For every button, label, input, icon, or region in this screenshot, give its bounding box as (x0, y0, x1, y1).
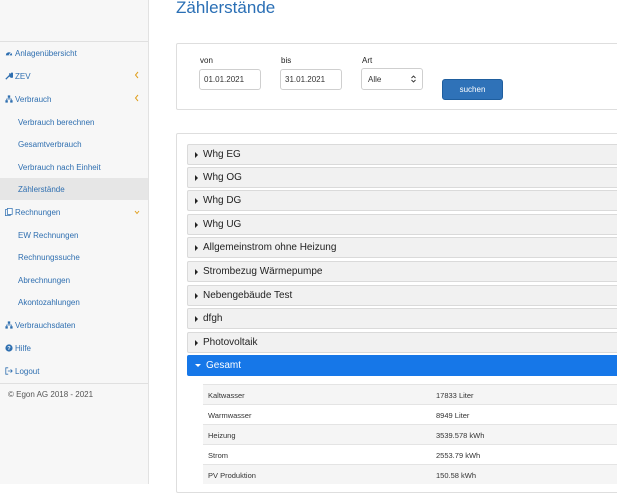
sidebar-item-rechnungssuche[interactable]: Rechnungssuche (0, 246, 148, 268)
sidebar-item-label: Anlagenübersicht (15, 48, 77, 58)
accordion-header-whg-og[interactable]: Whg OG (187, 167, 617, 188)
sidebar-item-gesamtverbrauch[interactable]: Gesamtverbrauch (0, 133, 148, 155)
search-button[interactable]: suchen (442, 79, 503, 100)
copy-icon (4, 208, 13, 217)
sidebar-item-hilfe[interactable]: ? Hilfe (0, 337, 148, 359)
wrench-icon (4, 72, 13, 81)
caret-right-icon (195, 151, 198, 158)
accordion-header-label: Whg EG (203, 149, 241, 160)
accordion-header-gesamt[interactable]: Gesamt (187, 355, 617, 376)
caret-down-icon (195, 364, 201, 367)
sidebar-divider (0, 383, 148, 384)
sidebar-item-verbrauch[interactable]: Verbrauch (0, 88, 148, 110)
accordion-header-label: dfgh (203, 313, 223, 324)
sidebar-item-label: Rechnungssuche (18, 252, 80, 262)
meter-value: 17833 Liter (436, 391, 474, 400)
table-row: Warmwasser 8949 Liter (203, 404, 617, 424)
sidebar-item-verbrauch-nach-einheit[interactable]: Verbrauch nach Einheit (0, 156, 148, 178)
sidebar-item-label: Verbrauch (15, 94, 52, 104)
meter-value: 2553.79 kWh (436, 451, 481, 460)
accordion-header-label: Photovoltaik (203, 337, 258, 348)
accordion-header-label: Allgemeinstrom ohne Heizung (203, 242, 337, 253)
meter-name: Warmwasser (208, 411, 252, 420)
accordion-header-whg-dg[interactable]: Whg DG (187, 190, 617, 211)
sidebar-item-label: Rechnungen (15, 207, 61, 217)
meter-value: 3539.578 kWh (436, 431, 485, 440)
sidebar-item-logout[interactable]: Logout (0, 360, 148, 382)
from-label: von (200, 56, 213, 65)
caret-right-icon (195, 197, 198, 204)
type-select[interactable]: Alle (361, 68, 423, 90)
sidebar-item-zev[interactable]: ZEV (0, 65, 148, 87)
meter-name: Heizung (208, 431, 236, 440)
accordion-header-label: Strombezug Wärmepumpe (203, 266, 323, 277)
meter-value: 150.58 kWh (436, 471, 477, 480)
sidebar-item-label: ZEV (15, 71, 31, 81)
to-date-input[interactable]: 31.01.2021 (280, 69, 342, 90)
sidebar-item-abrechnungen[interactable]: Abrechnungen (0, 269, 148, 291)
sidebar-item-label: Zählerstände (18, 184, 65, 194)
chevron-updown-icon (410, 75, 417, 83)
accordion-header-label: Whg OG (203, 172, 242, 183)
from-date-input[interactable]: 01.01.2021 (199, 69, 261, 90)
caret-right-icon (195, 244, 198, 251)
accordion-header-whg-eg[interactable]: Whg EG (187, 144, 617, 165)
chevron-left-icon (134, 94, 140, 102)
sitemap-icon (4, 321, 13, 330)
caret-right-icon (195, 339, 198, 346)
table-row: Heizung 3539.578 kWh (203, 424, 617, 444)
copyright-footer: © Egon AG 2018 - 2021 (8, 390, 94, 399)
sidebar-item-verbrauch-berechnen[interactable]: Verbrauch berechnen (0, 111, 148, 133)
sitemap-icon (4, 95, 13, 104)
meter-name: Kaltwasser (208, 391, 245, 400)
caret-right-icon (195, 221, 198, 228)
sidebar-item-label: Hilfe (15, 343, 32, 353)
chevron-left-icon (134, 71, 140, 79)
svg-text:?: ? (7, 346, 11, 352)
sidebar-item-rechnungen[interactable]: Rechnungen (0, 201, 148, 223)
accordion-header-label: Nebengebäude Test (203, 290, 293, 301)
sidebar-item-label: Verbrauch berechnen (18, 117, 95, 127)
sidebar: Anlagenübersicht ZEV Verbrauch Verbrauch… (0, 0, 149, 484)
accordion-header-whg-ug[interactable]: Whg UG (187, 214, 617, 235)
accordion-header-label: Whg DG (203, 195, 242, 206)
sidebar-item-label: Verbrauchsdaten (15, 320, 76, 330)
sidebar-item-zaehlerstaende[interactable]: Zählerstände (0, 178, 148, 200)
sidebar-item-label: EW Rechnungen (18, 230, 79, 240)
type-select-value: Alle (368, 74, 382, 84)
accordion-header-strombezug-waermepumpe[interactable]: Strombezug Wärmepumpe (187, 261, 617, 282)
sidebar-item-label: Gesamtverbrauch (18, 139, 82, 149)
sidebar-item-label: Abrechnungen (18, 275, 71, 285)
sidebar-item-verbrauchsdaten[interactable]: Verbrauchsdaten (0, 314, 148, 336)
to-label: bis (281, 56, 292, 65)
meter-name: PV Produktion (208, 471, 256, 480)
sidebar-item-label: Verbrauch nach Einheit (18, 162, 101, 172)
sidebar-item-ew-rechnungen[interactable]: EW Rechnungen (0, 224, 148, 246)
caret-right-icon (195, 174, 198, 181)
accordion-header-label: Whg UG (203, 219, 242, 230)
accordion-header-label: Gesamt (206, 360, 242, 371)
accordion-header-nebengebaeude-test[interactable]: Nebengebäude Test (187, 285, 617, 306)
sidebar-item-label: Akontozahlungen (18, 297, 80, 307)
type-label: Art (362, 56, 373, 65)
table-row: Strom 2553.79 kWh (203, 444, 617, 464)
meter-value: 8949 Liter (436, 411, 470, 420)
dashboard-icon (4, 49, 13, 58)
sidebar-item-label: Logout (15, 366, 40, 376)
caret-right-icon (195, 268, 198, 275)
accordion-header-photovoltaik[interactable]: Photovoltaik (187, 332, 617, 353)
chevron-down-icon (134, 208, 140, 216)
sidebar-item-akontozahlungen[interactable]: Akontozahlungen (0, 291, 148, 313)
table-row: PV Produktion 150.58 kWh (203, 464, 617, 484)
accordion-header-dfgh[interactable]: dfgh (187, 308, 617, 329)
accordion-header-allgemeinstrom[interactable]: Allgemeinstrom ohne Heizung (187, 237, 617, 258)
logout-icon (4, 367, 13, 376)
caret-right-icon (195, 315, 198, 322)
page-title: Zählerstände (176, 0, 276, 17)
question-icon: ? (4, 344, 13, 353)
table-row: Kaltwasser 17833 Liter (203, 384, 617, 404)
caret-right-icon (195, 292, 198, 299)
meter-name: Strom (208, 451, 229, 460)
sidebar-item-anlagenuebersicht[interactable]: Anlagenübersicht (0, 42, 148, 64)
